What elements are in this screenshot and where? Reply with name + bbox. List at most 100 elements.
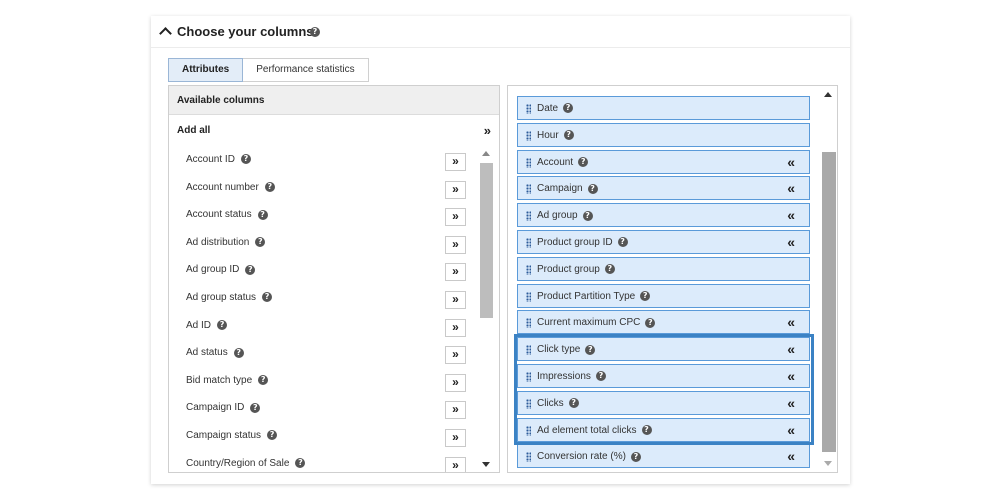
tab-attributes[interactable]: Attributes	[168, 58, 244, 82]
remove-column-button[interactable]: «	[787, 395, 795, 411]
help-icon[interactable]: ?	[233, 347, 244, 358]
add-column-button[interactable]: »	[445, 208, 466, 227]
scroll-up-icon[interactable]	[824, 92, 832, 97]
add-column-button[interactable]: »	[445, 180, 466, 199]
add-column-button[interactable]: »	[445, 456, 466, 472]
help-icon[interactable]: ?	[257, 209, 268, 220]
selected-column-item[interactable]: Hour?	[517, 122, 810, 147]
help-icon[interactable]: ?	[568, 398, 579, 409]
drag-handle-icon[interactable]	[526, 238, 531, 248]
column-label: Date?	[537, 103, 574, 114]
add-column-button[interactable]: »	[445, 401, 466, 420]
column-name: Account	[537, 156, 574, 168]
drag-handle-icon[interactable]	[526, 398, 531, 409]
remove-column-button[interactable]: «	[787, 180, 795, 196]
selected-column-item[interactable]: Account? «	[517, 149, 810, 174]
drag-handle-icon[interactable]	[526, 425, 531, 436]
column-name: Account status	[186, 209, 252, 221]
selected-column-item[interactable]: Ad element total clicks? «	[517, 417, 810, 442]
column-name: Ad group	[537, 210, 578, 222]
selected-column-item[interactable]: Current maximum CPC? «	[517, 310, 810, 335]
selected-column-item[interactable]: Conversion rate (%)? «	[517, 444, 810, 469]
drag-handle-icon[interactable]	[526, 452, 531, 463]
help-icon[interactable]: ?	[258, 375, 269, 386]
selected-column-item[interactable]: Campaign? «	[517, 176, 810, 201]
scroll-up-icon[interactable]	[482, 151, 490, 156]
help-icon[interactable]: ?	[595, 371, 606, 382]
help-icon[interactable]: ?	[630, 451, 641, 462]
selected-column-item[interactable]: Date?	[517, 96, 810, 120]
available-column-item: Ad ID? »	[169, 313, 479, 341]
column-label: Ad ID?	[186, 319, 228, 331]
tab-performance-statistics[interactable]: Performance statistics	[243, 58, 369, 82]
selected-column-item[interactable]: Product Partition Type?	[517, 283, 810, 308]
scroll-down-icon[interactable]	[824, 461, 832, 466]
selected-column-item[interactable]: Impressions? «	[517, 364, 810, 388]
panel-header[interactable]: Choose your columns ?	[151, 16, 850, 48]
add-column-button[interactable]: »	[445, 346, 466, 365]
drag-handle-icon[interactable]	[526, 157, 531, 168]
available-column-item: Account number? »	[169, 175, 479, 203]
help-icon[interactable]: ?	[310, 27, 320, 37]
add-all-button[interactable]: »	[484, 115, 491, 147]
help-icon[interactable]: ?	[255, 237, 266, 248]
help-icon[interactable]: ?	[585, 344, 596, 355]
add-column-button[interactable]: »	[445, 290, 466, 309]
add-column-button[interactable]: »	[445, 428, 466, 447]
remove-column-button[interactable]: «	[787, 368, 795, 384]
scrollbar-thumb[interactable]	[822, 152, 836, 452]
add-column-button[interactable]: »	[445, 235, 466, 254]
help-icon[interactable]: ?	[563, 130, 574, 141]
add-column-button[interactable]: »	[445, 153, 466, 171]
scrollbar-thumb[interactable]	[480, 163, 493, 318]
available-column-item: Country/Region of Sale? »	[169, 451, 479, 472]
help-icon[interactable]: ?	[262, 292, 273, 303]
help-icon[interactable]: ?	[563, 103, 574, 114]
help-icon[interactable]: ?	[640, 290, 651, 301]
add-all-row[interactable]: Add all »	[169, 115, 499, 147]
add-column-button[interactable]: »	[445, 263, 466, 282]
help-icon[interactable]: ?	[582, 210, 593, 221]
selected-column-item[interactable]: Click type? «	[517, 337, 810, 362]
drag-handle-icon[interactable]	[526, 372, 531, 382]
selected-column-item[interactable]: Product group ID? «	[517, 230, 810, 254]
selected-column-item[interactable]: Product group?	[517, 256, 810, 281]
remove-column-button[interactable]: «	[787, 341, 795, 357]
drag-handle-icon[interactable]	[526, 291, 531, 302]
help-icon[interactable]: ?	[617, 237, 628, 248]
drag-handle-icon[interactable]	[526, 345, 531, 356]
drag-handle-icon[interactable]	[526, 130, 531, 141]
help-icon[interactable]: ?	[217, 319, 228, 330]
help-icon[interactable]: ?	[264, 181, 275, 192]
help-icon[interactable]: ?	[578, 156, 589, 167]
help-icon[interactable]: ?	[604, 264, 615, 275]
help-icon[interactable]: ?	[267, 430, 278, 441]
drag-handle-icon[interactable]	[526, 211, 531, 222]
drag-handle-icon[interactable]	[526, 184, 531, 195]
selected-column-item[interactable]: Ad group? «	[517, 203, 810, 228]
column-name: Current maximum CPC	[537, 317, 641, 329]
drag-handle-icon[interactable]	[526, 104, 531, 114]
help-icon[interactable]: ?	[250, 402, 261, 413]
add-column-button[interactable]: »	[445, 318, 466, 337]
add-column-button[interactable]: »	[445, 373, 466, 392]
remove-column-button[interactable]: «	[787, 154, 795, 170]
available-scrollbar[interactable]	[478, 147, 494, 472]
drag-handle-icon[interactable]	[526, 318, 531, 329]
help-icon[interactable]: ?	[587, 183, 598, 194]
remove-column-button[interactable]: «	[787, 314, 795, 330]
remove-column-button[interactable]: «	[787, 422, 795, 438]
chevron-up-icon[interactable]	[159, 27, 172, 40]
help-icon[interactable]: ?	[645, 317, 656, 328]
help-icon[interactable]: ?	[295, 457, 306, 468]
remove-column-button[interactable]: «	[787, 448, 795, 464]
remove-column-button[interactable]: «	[787, 207, 795, 223]
help-icon[interactable]: ?	[245, 264, 256, 275]
remove-column-button[interactable]: «	[787, 234, 795, 250]
selected-scrollbar[interactable]	[820, 86, 837, 472]
help-icon[interactable]: ?	[641, 424, 652, 435]
help-icon[interactable]: ?	[240, 154, 251, 165]
selected-column-item[interactable]: Clicks? «	[517, 390, 810, 415]
drag-handle-icon[interactable]	[526, 264, 531, 275]
scroll-down-icon[interactable]	[482, 462, 490, 467]
